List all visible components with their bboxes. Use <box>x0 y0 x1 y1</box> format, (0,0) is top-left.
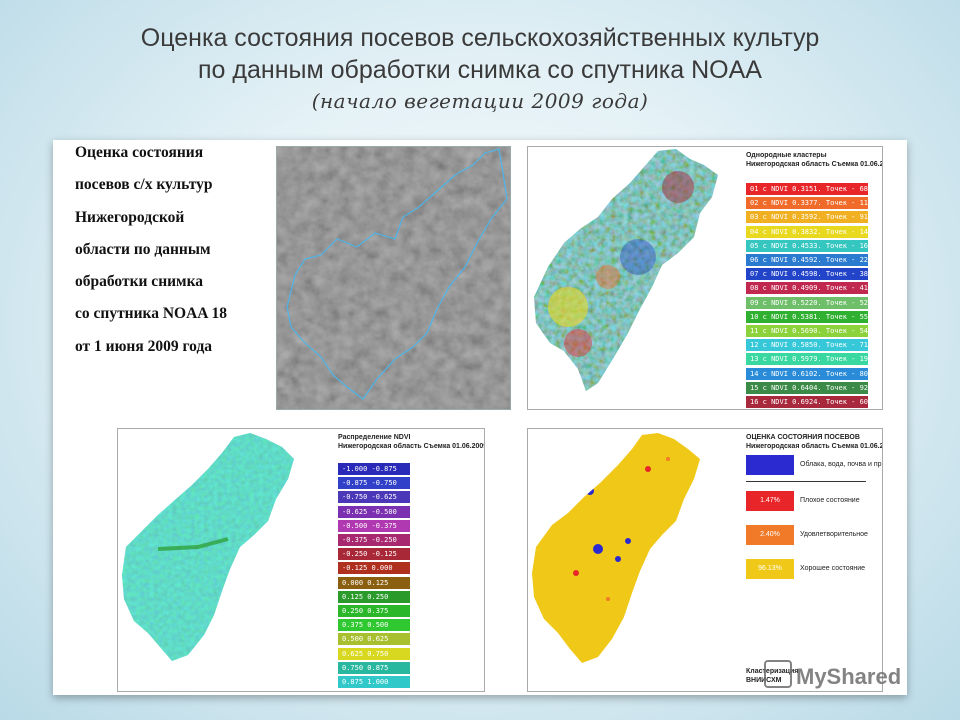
crop-legend-swatch: 1.47% <box>746 491 794 511</box>
crop-legend-label: Облака, вода, почва и пр. <box>800 461 883 468</box>
desc-line: области по данным <box>75 240 211 258</box>
title-subtitle: (начало вегетации 2009 года) <box>311 89 649 113</box>
clusters-legend-row: 10 с NDVI 0.5381. Точек - 5549 <box>746 310 876 323</box>
clusters-legend-row: 09 с NDVI 0.5220. Точек - 5262 <box>746 296 876 309</box>
ndvi-legend-row: 0.125 0.250 <box>338 590 410 603</box>
ndvi-map-panel: Распределение NDVI Нижегородская область… <box>117 428 485 692</box>
ndvi-legend-row: -0.625 -0.500 <box>338 505 410 518</box>
clusters-legend-row: 04 с NDVI 0.3832. Точек - 1491 <box>746 225 876 238</box>
ndvi-legend-row: 0.250 0.375 <box>338 605 410 617</box>
clusters-legend-row: 13 с NDVI 0.5979. Точек - 1944 <box>746 353 876 366</box>
clusters-legend-title: Однородные кластеры <box>746 152 827 159</box>
content-panel: Оценка состояния посевов с/х культур Ниж… <box>53 140 907 695</box>
ndvi-legend-row: -0.875 -0.750 <box>338 477 410 490</box>
crop-legend-label: Удовлетворительное <box>800 531 868 538</box>
ndvi-legend-row: 0.375 0.500 <box>338 619 410 632</box>
desc-line: посевов с/х культур <box>75 176 213 194</box>
clusters-legend-row: 07 с NDVI 0.4598. Точек - 3862 <box>746 268 876 281</box>
title-line-1: Оценка состояния посевов сельскохозяйств… <box>140 24 820 52</box>
ndvi-map <box>122 433 294 661</box>
crop-legend-swatch: 2.40% <box>746 525 794 545</box>
ndvi-legend-subtitle: Нижегородская область Съемка 01.06.2009 <box>338 443 485 450</box>
crop-legend-label: Хорошее состояние <box>800 565 866 572</box>
slide-title: Оценка состояния посевов сельскохозяйств… <box>0 22 960 116</box>
clusters-legend-row: 15 с NDVI 0.6404. Точек - 9208 <box>746 381 876 394</box>
clusters-legend-row: 02 с NDVI 0.3377. Точек - 1130 <box>746 197 876 210</box>
watermark-text: MyShared <box>796 664 902 689</box>
satellite-image-graphic <box>277 147 510 409</box>
clusters-legend-row: 11 с NDVI 0.5690. Точек - 5423 <box>746 325 876 337</box>
ndvi-legend-row: 0.875 1.000 <box>338 676 410 688</box>
crop-state-map-panel: ОЦЕНКА СОСТОЯНИЯ ПОСЕВОВ Нижегородская о… <box>527 428 883 692</box>
crop-legend-label: Плохое состояние <box>800 497 860 504</box>
ndvi-legend-row: 0.750 0.875 <box>338 661 410 674</box>
desc-line: Нижегородской <box>75 208 185 226</box>
ndvi-legend-row: -0.750 -0.625 <box>338 491 410 504</box>
description-text: Оценка состояния посевов с/х культур Ниж… <box>75 142 275 368</box>
desc-line: со спутника NOAA 18 <box>75 305 228 323</box>
desc-line: обработки снимка <box>75 273 204 291</box>
clusters-legend-row: 05 с NDVI 0.4533. Точек - 1636 <box>746 239 876 252</box>
ndvi-legend-row: 0.000 0.125 <box>338 576 410 589</box>
clusters-legend-row: 01 с NDVI 0.3151. Точек - 681 <box>746 183 872 195</box>
ndvi-legend-row: -1.000 -0.875 <box>338 463 410 475</box>
ndvi-legend-row: 0.500 0.625 <box>338 633 410 646</box>
clusters-legend-row: 12 с NDVI 0.5850. Точек - 7196 <box>746 339 876 352</box>
title-line-2: по данным обработки снимка со спутника N… <box>198 56 762 84</box>
ndvi-legend-row: 0.625 0.750 <box>338 647 410 660</box>
desc-line: Оценка состояния <box>75 144 204 161</box>
crop-legend-title: ОЦЕНКА СОСТОЯНИЯ ПОСЕВОВ <box>746 434 860 441</box>
clusters-legend-row: 06 с NDVI 0.4592. Точек - 2291 <box>746 254 876 266</box>
clusters-legend-subtitle: Нижегородская область Съемка 01.06.2009 <box>746 161 883 168</box>
desc-line: от 1 июня 2009 года <box>75 337 213 355</box>
crop-legend-divider <box>746 481 866 482</box>
ndvi-legend-row: -0.250 -0.125 <box>338 548 410 561</box>
crop-state-map <box>532 433 700 663</box>
crop-legend-swatch <box>746 455 794 475</box>
watermark: MyShared <box>764 660 901 690</box>
crop-legend-subtitle: Нижегородская область Съемка 01.06.2009 <box>746 443 883 450</box>
ndvi-legend-row: -0.375 -0.250 <box>338 534 410 546</box>
clusters-map-panel: Однородные кластеры Нижегородская област… <box>527 146 883 410</box>
clusters-legend-row: 08 с NDVI 0.4909. Точек - 4132 <box>746 282 876 295</box>
clusters-legend-row: 03 с NDVI 0.3592. Точек - 914 <box>746 211 872 224</box>
ndvi-legend-title: Распределение NDVI <box>338 434 411 441</box>
clusters-map <box>534 149 718 391</box>
ndvi-legend-row: -0.125 0.000 <box>338 562 410 575</box>
crop-legend-swatch: 96.13% <box>746 559 794 579</box>
watermark-icon <box>764 660 792 688</box>
ndvi-legend-row: -0.500 -0.375 <box>338 519 410 532</box>
satellite-image <box>276 146 511 410</box>
clusters-legend-row: 14 с NDVI 0.6102. Точек - 8011 <box>746 367 876 380</box>
clusters-legend-row: 16 с NDVI 0.6924. Точек - 6083 <box>746 396 876 408</box>
